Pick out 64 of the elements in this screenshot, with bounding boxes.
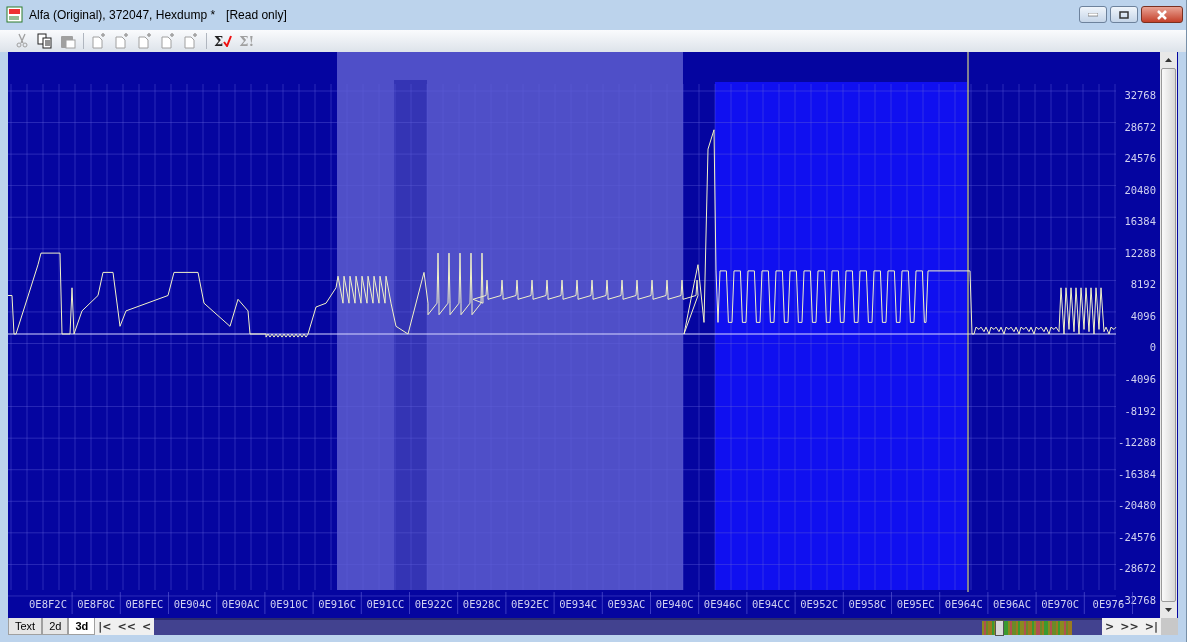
tab[interactable]: 3d: [68, 618, 96, 635]
axis-label: 0E952C: [800, 598, 839, 610]
axis-label: 0: [1149, 341, 1156, 354]
nav-button[interactable]: <: [138, 618, 155, 635]
axis-label: 0E928C: [462, 598, 501, 610]
nav-button[interactable]: >|: [1141, 618, 1161, 635]
scroll-up-icon[interactable]: [1165, 58, 1172, 62]
nav-button[interactable]: >: [1102, 618, 1118, 635]
axis-label: 16384: [1124, 215, 1156, 228]
axis-label: -12288: [1118, 436, 1156, 449]
axis-label: 12288: [1124, 246, 1156, 259]
axis-label: 8192: [1130, 278, 1156, 291]
axis-label: 0E8F8C: [77, 598, 116, 610]
axis-label: 0E8F2C: [29, 598, 67, 610]
axis-label: 24576: [1124, 152, 1156, 165]
scroll-thumb[interactable]: [1161, 68, 1176, 602]
minimize-icon: [1088, 12, 1098, 17]
sum-check-button[interactable]: Σ: [212, 31, 235, 51]
axis-label: 0E970C: [1041, 598, 1080, 610]
axis-label: 20480: [1124, 183, 1156, 196]
axis-label: 32768: [1124, 89, 1156, 101]
scrollbar-corner: [1161, 618, 1178, 635]
axis-label: -20480: [1118, 499, 1156, 512]
axis-label: 0E934C: [559, 598, 598, 610]
axis-label: 0E95EC: [896, 598, 935, 610]
axis-label: 4096: [1130, 309, 1156, 322]
axis-label: 0E92EC: [511, 598, 549, 610]
axis-label: 0E916C: [318, 598, 357, 610]
axis-label: 0E8FEC: [125, 598, 164, 610]
axis-label: 0E964C: [944, 598, 983, 610]
axis-label: 28672: [1124, 120, 1156, 133]
scroll-thumb[interactable]: [995, 620, 1005, 636]
axis-label: 0E94CC: [752, 598, 790, 610]
copy-icon[interactable]: [35, 31, 55, 51]
axis-label: 0E940C: [655, 598, 694, 610]
axis-label: 0E904C: [173, 598, 212, 610]
tab[interactable]: Text: [8, 618, 43, 635]
nav-button[interactable]: |<: [95, 618, 115, 635]
axis-label: 0E90AC: [221, 598, 260, 610]
axis-label: -4096: [1124, 373, 1156, 386]
axis-label: -28672: [1118, 562, 1156, 575]
axis-label: 0E958C: [848, 598, 887, 610]
axis-label: -8192: [1124, 404, 1156, 417]
window-title: Alfa (Original), 372047, Hexdump *: [29, 8, 216, 22]
tab[interactable]: 2d: [42, 618, 69, 635]
check-icon: [223, 35, 233, 47]
minimize-button[interactable]: [1079, 6, 1107, 23]
axis-label: 0E96AC: [993, 598, 1031, 610]
axis-label: -24576: [1118, 530, 1156, 543]
close-button[interactable]: [1141, 6, 1183, 23]
nav-button[interactable]: >>: [1117, 618, 1142, 635]
scroll-down-icon[interactable]: [1165, 608, 1172, 612]
read-only-label: [Read only]: [226, 8, 287, 22]
axis-label: 0E93AC: [607, 598, 646, 610]
axis-label: 0E910C: [270, 598, 308, 610]
app-icon: [6, 6, 24, 24]
maximize-icon: [1119, 10, 1129, 19]
axis-label: 0E91CC: [366, 598, 405, 610]
maximize-button[interactable]: [1110, 6, 1138, 23]
nav-button[interactable]: <<: [114, 618, 139, 635]
axis-label: 0E922C: [414, 598, 453, 610]
axis-label: 0E946C: [703, 598, 742, 610]
close-icon: [1156, 9, 1168, 20]
axis-label: -16384: [1118, 467, 1156, 480]
